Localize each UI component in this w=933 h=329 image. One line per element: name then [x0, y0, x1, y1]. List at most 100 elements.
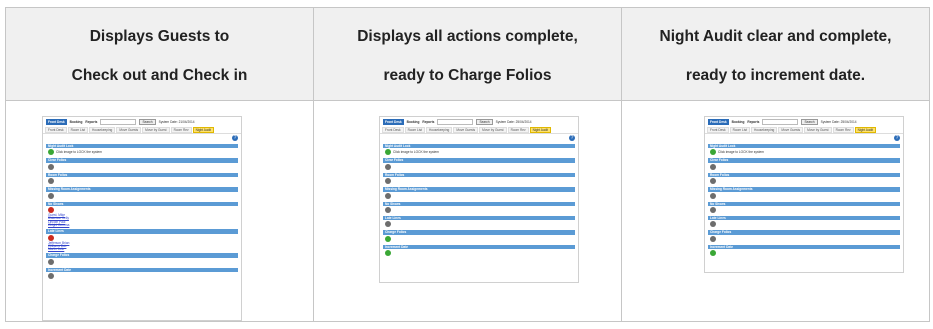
search-input[interactable] — [437, 118, 474, 125]
status-grey-icon[interactable] — [710, 221, 716, 228]
status-grey-icon[interactable] — [710, 192, 716, 199]
reports-link[interactable]: Reports — [422, 120, 434, 124]
status-grey-icon[interactable] — [48, 163, 54, 170]
status-grey-icon[interactable] — [710, 206, 716, 213]
tab-move-guests[interactable]: Move Guests — [778, 126, 804, 133]
status-grey-icon[interactable] — [710, 235, 716, 242]
tab-housekeeping[interactable]: Housekeeping — [750, 126, 778, 133]
guest-link[interactable]: Wright Gemma — [46, 223, 238, 227]
tab-move-guests[interactable]: Move Guests — [116, 126, 142, 133]
tab-room-rev[interactable]: Room Rev — [832, 126, 854, 133]
tab-front-desk[interactable]: Front Desk — [45, 126, 67, 133]
section-status — [383, 235, 575, 243]
status-green-icon[interactable] — [385, 250, 391, 257]
tab-room-list[interactable]: Room List — [67, 126, 88, 133]
section-status — [383, 192, 575, 200]
tab-room-list[interactable]: Room List — [729, 126, 750, 133]
section-status — [46, 192, 238, 200]
front-desk-tab[interactable]: Front Desk — [383, 118, 404, 125]
search-button[interactable]: Search — [476, 118, 493, 125]
header-line-1: Night Audit clear and complete, — [659, 28, 892, 45]
tab-move-by-guest[interactable]: Move by Guest — [142, 126, 170, 133]
reports-link[interactable]: Reports — [85, 120, 97, 124]
section-status — [383, 220, 575, 228]
status-grey-icon[interactable] — [48, 178, 54, 185]
status-grey-icon[interactable] — [385, 178, 391, 185]
section-status — [46, 258, 238, 266]
status-grey-icon[interactable] — [48, 273, 54, 280]
search-button[interactable]: Search — [801, 118, 818, 125]
status-green-icon[interactable] — [48, 149, 54, 156]
thumb-tab-bar: Front Desk Room List Housekeeping Move Gues… — [43, 126, 241, 134]
lock-instruction: Click image to LOCK the system — [718, 150, 764, 155]
system-date: System Date: 25/04/2014 — [820, 119, 857, 124]
search-input[interactable] — [762, 118, 799, 125]
section-status: Click image to LOCK the system — [46, 148, 238, 156]
status-grey-icon[interactable] — [385, 192, 391, 199]
section-status — [383, 177, 575, 185]
tab-move-by-guest[interactable]: Move by Guest — [479, 126, 507, 133]
tab-housekeeping[interactable]: Housekeeping — [88, 126, 116, 133]
status-grey-icon[interactable] — [385, 221, 391, 228]
search-button[interactable]: Search — [139, 118, 156, 125]
front-desk-tab[interactable]: Front Desk — [46, 118, 67, 125]
booking-link[interactable]: Booking — [407, 120, 420, 124]
section-status — [46, 163, 238, 171]
status-grey-icon[interactable] — [385, 163, 391, 170]
tab-move-guests[interactable]: Move Guests — [453, 126, 479, 133]
section-status — [46, 177, 238, 185]
status-green-icon[interactable] — [385, 149, 391, 156]
thumb-top-nav: Front Desk Booking Reports Search System Dat… — [705, 117, 903, 126]
status-grey-icon[interactable] — [710, 178, 716, 185]
front-desk-tab[interactable]: Front Desk — [708, 118, 729, 125]
guest-link[interactable]: Martin Julie — [46, 247, 238, 251]
night-audit-screenshot: Front Desk Booking Reports Search System Dat… — [704, 116, 904, 273]
tab-night-audit[interactable]: Night Audit — [529, 126, 552, 133]
help-icon[interactable]: ? — [894, 135, 900, 141]
header-line-1: Displays Guests to — [89, 28, 230, 45]
status-grey-icon[interactable] — [48, 258, 54, 265]
column-header-audit-complete: Night Audit clear and complete, ready to… — [621, 7, 930, 101]
section-status — [383, 249, 575, 257]
status-red-icon[interactable] — [48, 234, 54, 241]
search-input[interactable] — [100, 118, 137, 125]
screenshot-cell-guests: Front Desk Booking Reports Search System Dat… — [5, 100, 314, 322]
night-audit-screenshot: Front Desk Booking Reports Search System Dat… — [379, 116, 579, 283]
column-header-guests: Displays Guests to Check out and Check i… — [5, 7, 314, 101]
night-audit-screenshot: Front Desk Booking Reports Search System Dat… — [42, 116, 242, 321]
screenshot-cell-audit-complete: Front Desk Booking Reports Search System Dat… — [621, 100, 930, 322]
help-icon[interactable]: ? — [569, 135, 575, 141]
reports-link[interactable]: Reports — [747, 120, 759, 124]
tab-housekeeping[interactable]: Housekeeping — [425, 126, 453, 133]
section-status: Click image to LOCK the system — [383, 148, 575, 156]
tab-night-audit[interactable]: Night Audit — [192, 126, 215, 133]
tab-room-rev[interactable]: Room Rev — [507, 126, 529, 133]
section-status — [46, 206, 238, 214]
section-status: Click image to LOCK the system — [708, 148, 900, 156]
help-icon[interactable]: ? — [232, 135, 238, 141]
system-date: System Date: 25/04/2014 — [495, 119, 532, 124]
night-audit-checklist: Night Audit Lock Click image to LOCK the … — [380, 134, 578, 257]
night-audit-checklist: Night Audit Lock Click image to LOCK the … — [705, 134, 903, 257]
status-green-icon[interactable] — [710, 250, 716, 257]
tab-room-list[interactable]: Room List — [404, 126, 425, 133]
section-status — [708, 163, 900, 171]
section-status — [708, 249, 900, 257]
tab-front-desk[interactable]: Front Desk — [707, 126, 729, 133]
tab-night-audit[interactable]: Night Audit — [854, 126, 877, 133]
section-status — [708, 177, 900, 185]
status-grey-icon[interactable] — [710, 163, 716, 170]
status-grey-icon[interactable] — [48, 192, 54, 199]
header-line-2: ready to increment date. — [685, 67, 866, 84]
status-green-icon[interactable] — [385, 235, 391, 242]
status-green-icon[interactable] — [710, 149, 716, 156]
system-date: System Date: 21/04/2014 — [158, 119, 195, 124]
tab-front-desk[interactable]: Front Desk — [382, 126, 404, 133]
header-line-1: Displays all actions complete, — [357, 28, 578, 45]
tab-room-rev[interactable]: Room Rev — [170, 126, 192, 133]
night-audit-checklist: Night Audit Lock Click image to LOCK the … — [43, 134, 241, 280]
booking-link[interactable]: Booking — [70, 120, 83, 124]
booking-link[interactable]: Booking — [732, 120, 745, 124]
tab-move-by-guest[interactable]: Move by Guest — [804, 126, 832, 133]
status-grey-icon[interactable] — [385, 206, 391, 213]
